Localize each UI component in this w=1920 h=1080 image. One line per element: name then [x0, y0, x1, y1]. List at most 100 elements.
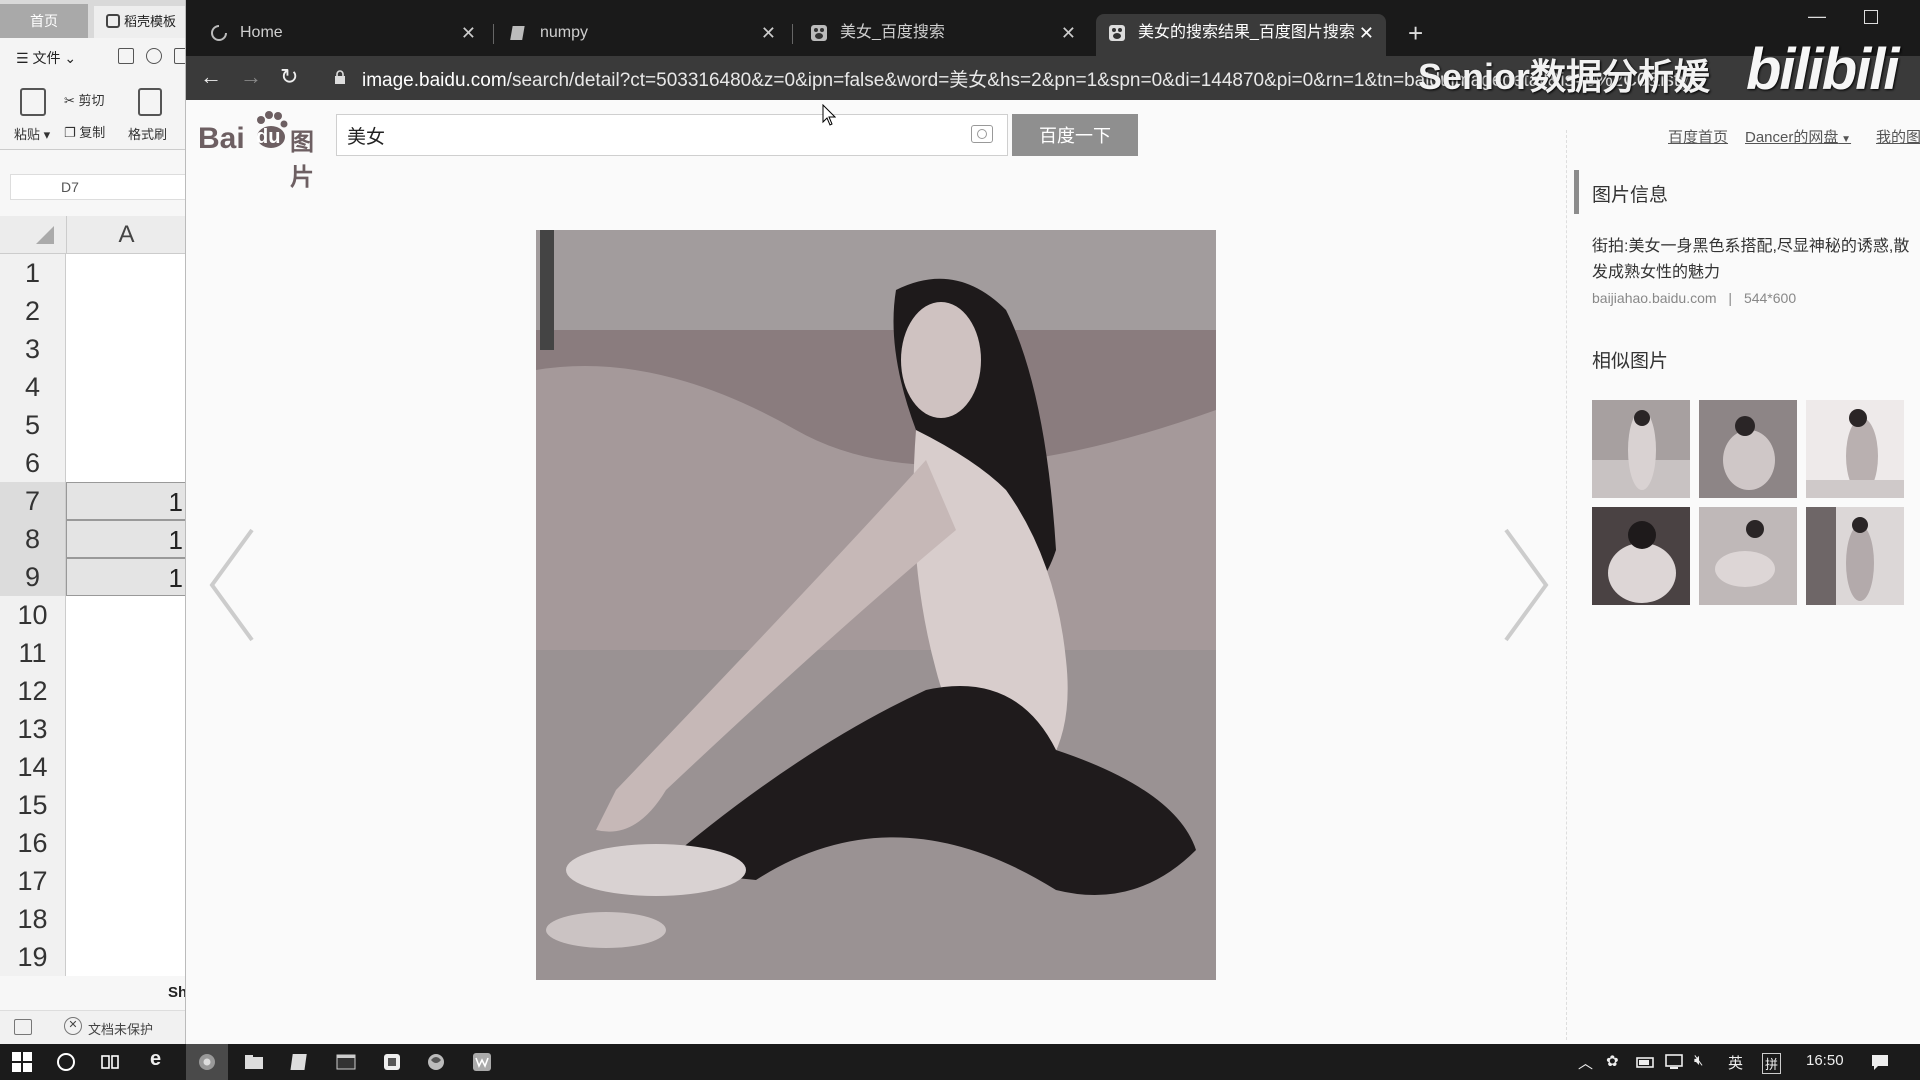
row-header[interactable]: 13: [0, 710, 66, 748]
cell-a[interactable]: [66, 938, 185, 976]
cell-a[interactable]: [66, 330, 185, 368]
main-image[interactable]: [536, 230, 1216, 980]
previous-arrow-icon[interactable]: [202, 520, 262, 650]
link-netdisk[interactable]: Dancer的网盘 ▼: [1745, 126, 1851, 147]
search-input[interactable]: [337, 115, 937, 155]
cell-a[interactable]: [66, 596, 185, 634]
ime-mode[interactable]: 拼: [1762, 1053, 1782, 1074]
row-header[interactable]: 16: [0, 824, 66, 862]
new-tab-button[interactable]: +: [1408, 18, 1423, 49]
search-circle-icon[interactable]: [56, 1052, 76, 1072]
tab-home[interactable]: 首页: [0, 4, 88, 38]
sheet-tab[interactable]: Sh: [168, 984, 185, 1001]
row-header[interactable]: 7: [0, 482, 66, 520]
cell-a[interactable]: [66, 710, 185, 748]
similar-image-thumbnail[interactable]: [1806, 400, 1904, 498]
format-painter-button[interactable]: 格式刷: [128, 124, 167, 143]
tab-numpy[interactable]: numpy ✕: [498, 14, 788, 52]
notification-icon[interactable]: [1870, 1052, 1890, 1072]
camera-icon[interactable]: [971, 125, 993, 143]
cut-button[interactable]: ✂ 剪切: [64, 90, 105, 109]
cell-a[interactable]: 1: [66, 520, 185, 558]
link-baidu-home[interactable]: 百度首页: [1668, 126, 1728, 147]
row-header[interactable]: 1: [0, 254, 66, 292]
next-arrow-icon[interactable]: [1496, 520, 1556, 650]
row-header[interactable]: 9: [0, 558, 66, 596]
python-icon[interactable]: [426, 1052, 446, 1072]
row-header[interactable]: 17: [0, 862, 66, 900]
source-domain[interactable]: baijiahao.baidu.com: [1592, 290, 1717, 306]
format-painter-icon[interactable]: [138, 88, 162, 116]
copy-button[interactable]: ❐ 复制: [64, 122, 105, 141]
row-header[interactable]: 19: [0, 938, 66, 976]
reload-icon[interactable]: ↻: [280, 64, 298, 90]
undo-icon[interactable]: [146, 48, 162, 64]
cell-a[interactable]: [66, 444, 185, 482]
link-my-images[interactable]: 我的图: [1876, 126, 1920, 147]
row-header[interactable]: 14: [0, 748, 66, 786]
folder-icon[interactable]: [244, 1052, 264, 1072]
row-header[interactable]: 2: [0, 292, 66, 330]
row-header[interactable]: 10: [0, 596, 66, 634]
paste-icon[interactable]: [20, 88, 46, 116]
close-icon[interactable]: ✕: [1061, 14, 1076, 52]
row-header[interactable]: 3: [0, 330, 66, 368]
cell-a[interactable]: [66, 900, 185, 938]
cell-a[interactable]: [66, 406, 185, 444]
print-icon[interactable]: [174, 48, 185, 64]
close-icon[interactable]: ✕: [761, 14, 776, 52]
ime-language[interactable]: 英: [1728, 1052, 1743, 1073]
select-all-corner[interactable]: [36, 226, 54, 244]
tray-app-icon[interactable]: ✿: [1606, 1052, 1619, 1070]
cell-a[interactable]: [66, 254, 185, 292]
tab-home-page[interactable]: Home ✕: [198, 14, 488, 52]
cell-a[interactable]: [66, 368, 185, 406]
minimize-icon[interactable]: —: [1808, 6, 1826, 27]
chrome-taskbar-button[interactable]: [186, 1044, 228, 1080]
cell-a[interactable]: 1: [66, 558, 185, 596]
row-header[interactable]: 18: [0, 900, 66, 938]
name-box[interactable]: D7: [10, 174, 185, 200]
clock[interactable]: 16:50: [1806, 1052, 1844, 1069]
windows-start-icon[interactable]: [12, 1052, 32, 1072]
cell-a[interactable]: [66, 862, 185, 900]
wps-icon[interactable]: [472, 1052, 492, 1072]
similar-image-thumbnail[interactable]: [1699, 400, 1797, 498]
protect-status-text[interactable]: 文档未保护: [88, 1019, 153, 1038]
cell-a[interactable]: [66, 824, 185, 862]
save-icon[interactable]: [118, 48, 134, 64]
notebook-icon[interactable]: [290, 1052, 310, 1072]
app-icon[interactable]: [382, 1052, 402, 1072]
battery-icon[interactable]: [1636, 1052, 1656, 1072]
volume-muted-icon[interactable]: 🔇︎: [1694, 1052, 1703, 1069]
network-icon[interactable]: [1664, 1052, 1684, 1072]
row-header[interactable]: 15: [0, 786, 66, 824]
row-header[interactable]: 11: [0, 634, 66, 672]
column-header-a[interactable]: A: [66, 216, 185, 254]
similar-image-thumbnail[interactable]: [1699, 507, 1797, 605]
cell-a[interactable]: [66, 786, 185, 824]
row-header[interactable]: 12: [0, 672, 66, 710]
cell-a[interactable]: [66, 292, 185, 330]
image-description[interactable]: 街拍:美女一身黑色系搭配,尽显神秘的诱惑,散发成熟女性的魅力: [1592, 234, 1912, 286]
paste-button[interactable]: 粘贴 ▾: [14, 124, 50, 143]
cell-a[interactable]: [66, 672, 185, 710]
similar-image-thumbnail[interactable]: [1806, 507, 1904, 605]
cell-a[interactable]: 1: [66, 482, 185, 520]
chevron-up-icon[interactable]: ︿: [1578, 1052, 1593, 1073]
close-icon[interactable]: ✕: [461, 14, 476, 52]
file-menu[interactable]: ☰ 文件 ⌄: [16, 48, 76, 68]
edge-icon[interactable]: e: [150, 1048, 161, 1071]
row-header[interactable]: 8: [0, 520, 66, 558]
maximize-icon[interactable]: [1864, 10, 1878, 24]
cell-a[interactable]: [66, 748, 185, 786]
close-icon[interactable]: ✕: [1359, 14, 1374, 52]
task-view-icon[interactable]: [100, 1052, 120, 1072]
baidu-image-logo[interactable]: Bai du 图片: [198, 110, 328, 191]
terminal-icon[interactable]: [336, 1052, 356, 1072]
search-button[interactable]: 百度一下: [1012, 114, 1138, 156]
tab-template[interactable]: 稻壳模板: [94, 6, 185, 38]
row-header[interactable]: 5: [0, 406, 66, 444]
forward-arrow-icon[interactable]: →: [240, 64, 262, 90]
back-arrow-icon[interactable]: ←: [200, 64, 222, 90]
